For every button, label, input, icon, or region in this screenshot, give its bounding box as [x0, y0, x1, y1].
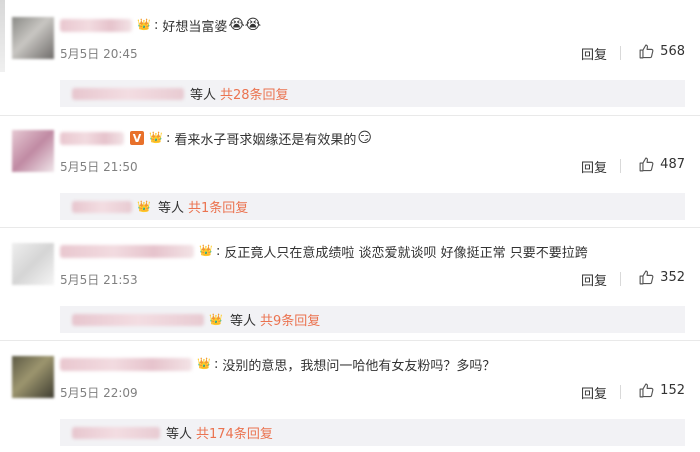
- verified-badge-icon: V: [130, 131, 144, 145]
- comment-text: 看来水子哥求姻缘还是有效果的: [174, 132, 357, 148]
- timestamp: 5月5日 22:09: [60, 386, 138, 400]
- comment-meta: 5月5日 21:53 回复 352: [60, 269, 685, 289]
- comment-line: 👑 : 好想当富婆 😭😭: [60, 15, 261, 35]
- like-button[interactable]: 487: [638, 156, 685, 173]
- crown-icon: 👑: [197, 357, 211, 370]
- reply-button[interactable]: 回复: [581, 383, 607, 402]
- emoji: 😏: [357, 130, 373, 146]
- crown-icon: 👑: [137, 18, 151, 31]
- reply-users-blurred: [72, 313, 204, 326]
- comment-meta: 5月5日 20:45 回复 568: [60, 43, 685, 63]
- replies-summary[interactable]: 等人 共28条回复: [60, 80, 685, 107]
- crown-icon: 👑: [149, 131, 163, 144]
- thumbs-up-icon: [639, 157, 654, 172]
- thumbs-up-icon: [639, 383, 654, 398]
- reply-button[interactable]: 回复: [581, 44, 607, 63]
- avatar[interactable]: [12, 130, 54, 172]
- reply-button[interactable]: 回复: [581, 157, 607, 176]
- comment-item: 👑 : 没别的意思，我想问一哈他有女友粉吗？多吗？ 5月5日 22:09 回复 …: [0, 339, 700, 452]
- scroll-edge: [0, 0, 5, 72]
- comment-item: 👑 : 反正竟人只在意成绩啦 谈恋爱就谈呗 好像挺正常 只要不要拉跨 5月5日 …: [0, 226, 700, 339]
- replies-link[interactable]: 共9条回复: [260, 310, 320, 329]
- replies-summary[interactable]: 等人 共174条回复: [60, 419, 685, 446]
- avatar[interactable]: [12, 17, 54, 59]
- username-blurred[interactable]: [60, 18, 132, 32]
- divider: [620, 272, 621, 286]
- replies-prefix: 等人: [158, 201, 185, 216]
- reply-users-blurred: [72, 87, 184, 100]
- like-count: 568: [660, 44, 685, 59]
- comment-text: 没别的意思，我想问一哈他有女友粉吗？多吗？: [222, 358, 496, 374]
- username-blurred[interactable]: [60, 357, 192, 371]
- like-count: 487: [660, 157, 685, 172]
- thumbs-up-icon: [639, 44, 654, 59]
- replies-summary[interactable]: 👑 等人 共1条回复: [60, 193, 685, 220]
- username-blurred[interactable]: [60, 131, 124, 145]
- timestamp: 5月5日 21:50: [60, 160, 138, 174]
- replies-prefix: 等人: [230, 314, 257, 329]
- comment-meta: 5月5日 21:50 回复 487: [60, 156, 685, 176]
- emoji: 😭😭: [228, 17, 262, 33]
- divider: [620, 385, 621, 399]
- reply-users-blurred: [72, 200, 132, 213]
- avatar[interactable]: [12, 243, 54, 285]
- comment-item: 👑 : 好想当富婆 😭😭 5月5日 20:45 回复 568 等人 共28条回复: [0, 0, 700, 113]
- comment-text: 反正竟人只在意成绩啦 谈恋爱就谈呗 好像挺正常 只要不要拉跨: [224, 245, 588, 261]
- like-button[interactable]: 568: [638, 43, 685, 60]
- comment-line: 👑 : 没别的意思，我想问一哈他有女友粉吗？多吗？: [60, 354, 495, 374]
- reply-button[interactable]: 回复: [581, 270, 607, 289]
- divider: [620, 159, 621, 173]
- comment-meta: 5月5日 22:09 回复 152: [60, 382, 685, 402]
- replies-summary[interactable]: 👑 等人 共9条回复: [60, 306, 685, 333]
- crown-icon: 👑: [137, 199, 151, 213]
- replies-link[interactable]: 共174条回复: [196, 423, 273, 442]
- colon: :: [216, 243, 221, 259]
- comment-text: 好想当富婆: [162, 19, 228, 35]
- like-button[interactable]: 352: [638, 269, 685, 286]
- comment-line: 👑 : 反正竟人只在意成绩啦 谈恋爱就谈呗 好像挺正常 只要不要拉跨: [60, 241, 588, 261]
- reply-users-blurred: [72, 426, 160, 439]
- comment-item: V 👑 : 看来水子哥求姻缘还是有效果的 😏 5月5日 21:50 回复 487…: [0, 113, 700, 226]
- like-count: 152: [660, 383, 685, 398]
- replies-prefix: 等人: [166, 427, 193, 442]
- divider: [620, 46, 621, 60]
- colon: :: [154, 17, 159, 33]
- crown-icon: 👑: [199, 244, 213, 257]
- timestamp: 5月5日 20:45: [60, 47, 138, 61]
- avatar[interactable]: [12, 356, 54, 398]
- crown-icon: 👑: [209, 312, 223, 326]
- replies-prefix: 等人: [190, 88, 217, 103]
- thumbs-up-icon: [639, 270, 654, 285]
- replies-link[interactable]: 共1条回复: [188, 197, 248, 216]
- username-blurred[interactable]: [60, 244, 194, 258]
- comment-line: V 👑 : 看来水子哥求姻缘还是有效果的 😏: [60, 128, 372, 148]
- like-count: 352: [660, 270, 685, 285]
- timestamp: 5月5日 21:53: [60, 273, 138, 287]
- like-button[interactable]: 152: [638, 382, 685, 399]
- replies-link[interactable]: 共28条回复: [220, 84, 289, 103]
- colon: :: [214, 356, 219, 372]
- colon: :: [166, 130, 171, 146]
